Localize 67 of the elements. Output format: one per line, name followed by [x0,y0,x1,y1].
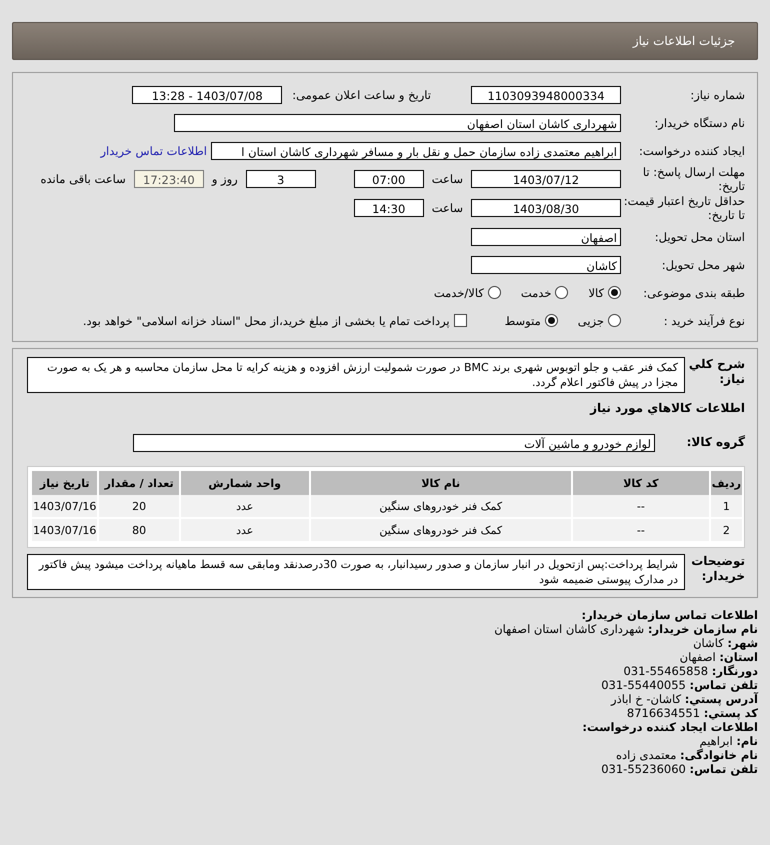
process-radio[interactable]: متوسط [504,314,558,328]
announce-date-field: 1403/07/08 - 13:28 [132,86,282,104]
category-radio[interactable]: کالا [588,286,621,300]
remaining-label: ساعت باقی مانده [40,172,126,186]
goods-group-field: لوازم خودرو و ماشین آلات [133,434,655,452]
field-label: استان محل تحویل: [654,230,745,244]
time-label: ساعت [432,172,463,186]
contact-heading: اطلاعات تماس سازمان خریدار: [580,608,758,622]
days-field: 3 [246,170,316,188]
category-radio[interactable]: کالا/خدمت [434,286,501,300]
field-label: شرح کلي نياز: [688,357,745,387]
category-radio[interactable]: خدمت [520,286,568,300]
contact-line: استان: اصفهان [678,650,758,664]
deadline-time-field: 07:00 [354,170,424,188]
creator-field: ابراهیم معتمدی زاده سازمان حمل و نقل بار و مسافر شهرداری کاشان استان ا [211,142,621,160]
table-cell: -- [572,495,710,518]
field-label: تاریخ و ساعت اعلان عمومی: [292,88,431,102]
deadline-date-field: 1403/07/12 [471,170,621,188]
column-header: نام کالا [310,471,572,495]
column-header: واحد شمارش [180,471,310,495]
buyer-field: شهرداری کاشان استان اصفهان [174,114,621,132]
table-cell: عدد [180,518,310,542]
table-cell: 2 [710,518,742,542]
table-cell: 80 [98,518,180,542]
contact-heading: اطلاعات ایجاد کننده درخواست: [581,720,758,734]
buyer-contact-link[interactable]: اطلاعات تماس خریدار [100,144,207,158]
remaining-time-field: 17:23:40 [134,170,204,188]
field-label: نام دستگاه خریدار: [653,116,745,130]
table-cell: کمک فنر خودروهای سنگین [310,518,572,542]
field-label: مهلت ارسال پاسخ: تا تاریخ: [642,165,745,193]
field-label: نوع فرآیند خرید : [662,314,745,328]
table-cell: کمک فنر خودروهای سنگین [310,495,572,518]
column-header: تاریخ نیاز [31,471,98,495]
treasury-checkbox[interactable]: پرداخت تمام یا بخشی از مبلغ خرید،از محل "اسناد خزانه اسلامی" خواهد بود. [82,314,467,328]
field-label: طبقه بندی موضوعی: [642,286,745,300]
column-header: تعداد / مقدار [98,471,180,495]
contact-line: نام: ابراهیم [698,734,758,748]
table-cell: 1 [710,495,742,518]
need-number-field: 1103093948000334 [471,86,621,104]
table-cell: 20 [98,495,180,518]
table-cell: عدد [180,495,310,518]
contact-line: شهر: کاشان [692,636,758,650]
table-cell: 1403/07/16 [31,495,98,518]
days-label: روز و [212,172,238,186]
field-label: شهر محل تحویل: [660,258,745,272]
field-label: شماره نیاز: [689,88,745,102]
description-box: کمک فنر عقب و جلو اتوبوس شهری برند BMC در صورت شمولیت ارزش افزوده و هزینه کرایه تا محل سازمان محاسبه و هر یک به صورت مجزا در پیش فاکتور اعلام گردد. [27,357,685,393]
contact-line: نام خانوادگی: معتمدی زاده [614,748,758,762]
validity-time-field: 14:30 [354,199,424,217]
contact-line: نام سازمان خریدار: شهرداری کاشان استان اصفهان [493,622,758,636]
page-title: جزئیات اطلاعات نیاز [632,34,735,48]
field-label: ایجاد کننده درخواست: [638,144,745,158]
field-label: حداقل تاریخ اعتبار قیمت: تا تاریخ: [622,194,745,222]
province-field: اصفهان [471,228,621,246]
process-radio[interactable]: جزیی [578,314,621,328]
time-label: ساعت [432,201,463,215]
table-cell: -- [572,518,710,542]
field-label: توضیحات خریدار: [690,554,745,584]
city-field: کاشان [471,256,621,274]
column-header: کد کالا [572,471,710,495]
field-label: گروه کالا: [686,435,745,450]
table-cell: 1403/07/16 [31,518,98,542]
buyer-notes-box: شرایط پرداخت:پس ازتحویل در انبار سازمان و صدور رسیدانبار، به صورت 30درصدنقد ومابقی سه قسط ماهیانه پرداخت میشود پیش فاکتور در مدارک پیوستی ضمیمه شود [27,554,685,590]
contact-line: آدرس پستي: کاشان- خ اباذر [610,692,758,706]
validity-date-field: 1403/08/30 [471,199,621,217]
section-title: اطلاعات کالاهاي مورد نياز [588,401,745,415]
column-header: ردیف [710,471,742,495]
